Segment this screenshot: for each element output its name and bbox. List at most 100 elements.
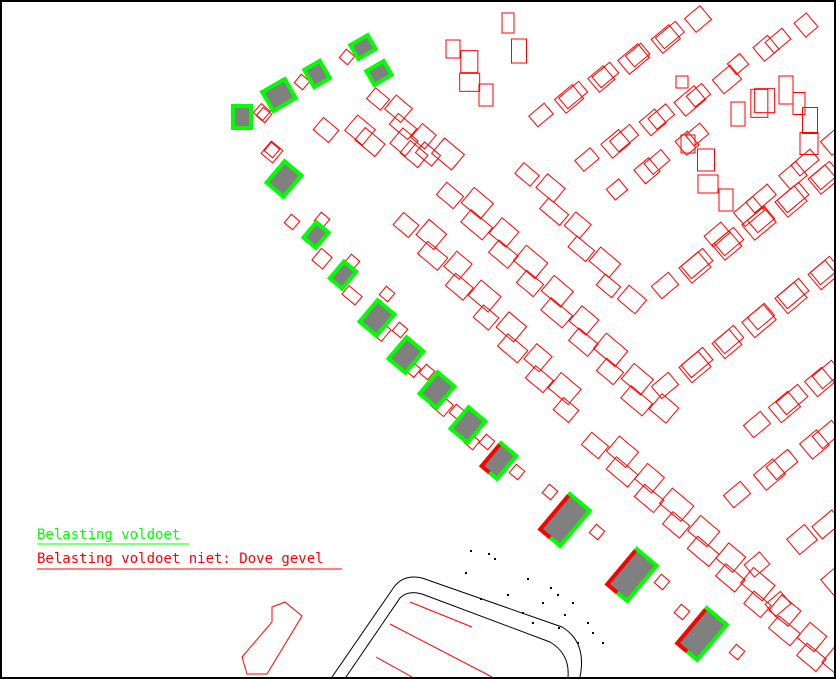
building-outline xyxy=(624,42,651,68)
building-outline xyxy=(538,197,570,227)
building-outline xyxy=(792,92,806,115)
building-outline xyxy=(752,34,780,63)
building-outline xyxy=(658,487,695,523)
assessed-building-pass xyxy=(363,58,395,88)
road-curve xyxy=(331,576,582,677)
building-outline xyxy=(722,480,752,509)
site-point xyxy=(465,572,467,574)
building-outline xyxy=(528,102,554,128)
site-point xyxy=(564,614,566,616)
building-outline-small xyxy=(728,643,746,661)
building-outline xyxy=(511,38,527,64)
building-outline xyxy=(341,284,363,306)
building-outline-small xyxy=(478,433,496,451)
building-outline-small xyxy=(653,573,671,591)
building-outline xyxy=(793,12,819,38)
building-outline xyxy=(252,102,272,122)
building-outline xyxy=(344,114,376,146)
building-outline xyxy=(686,535,720,568)
building-outline xyxy=(746,302,776,331)
building-outline-small xyxy=(541,483,559,501)
site-point xyxy=(577,642,579,644)
assessed-building-mixed xyxy=(674,605,730,663)
building-outline xyxy=(714,562,746,593)
assessed-building-pass xyxy=(300,219,332,251)
building-outline xyxy=(616,284,648,315)
building-outline xyxy=(711,64,743,95)
building-outline xyxy=(765,448,799,481)
building-outline xyxy=(392,211,420,239)
building-outline xyxy=(767,614,801,647)
building-outline xyxy=(495,311,528,343)
building-outline xyxy=(752,458,787,491)
building-outline xyxy=(799,132,819,155)
building-outline xyxy=(514,162,540,187)
building-outline xyxy=(416,240,449,272)
building-outline xyxy=(678,251,712,284)
site-point xyxy=(488,553,490,555)
site-point xyxy=(522,612,524,614)
site-point xyxy=(480,598,482,600)
building-outline xyxy=(535,173,566,204)
building-outline xyxy=(819,122,834,157)
building-outline xyxy=(399,139,429,169)
building-outline xyxy=(654,20,686,50)
site-point xyxy=(572,602,574,604)
scatter-points xyxy=(465,550,604,644)
building-outline xyxy=(496,333,529,364)
site-point xyxy=(532,622,534,624)
building-outline xyxy=(467,279,502,313)
building-outline-small xyxy=(588,523,606,541)
assessed-building-pass xyxy=(347,32,379,62)
building-outline xyxy=(260,140,284,164)
building-outline xyxy=(567,327,599,358)
building-outline xyxy=(488,217,520,248)
building-outline xyxy=(283,213,301,231)
building-outline xyxy=(633,483,665,514)
site-point xyxy=(507,594,509,596)
building-outline xyxy=(730,101,746,127)
building-outline xyxy=(820,564,834,596)
building-outline xyxy=(774,281,808,315)
building-outline xyxy=(552,396,580,424)
building-outline xyxy=(685,82,712,108)
building-outline-small xyxy=(673,603,691,621)
building-outline xyxy=(775,383,809,416)
building-outline xyxy=(648,393,680,424)
building-outline xyxy=(558,80,589,110)
building-outline xyxy=(778,75,794,105)
building-outlines xyxy=(252,4,834,677)
building-outline xyxy=(683,4,713,34)
building-outline xyxy=(580,431,610,460)
building-outline xyxy=(478,83,494,107)
building-outline xyxy=(697,174,719,194)
building-outline xyxy=(568,305,600,336)
noise-map: Belasting voldoet Belasting voldoet niet… xyxy=(37,4,834,677)
site-drawing xyxy=(331,576,582,677)
building-outline xyxy=(435,181,465,210)
building-outline-small xyxy=(263,141,281,159)
building-outline xyxy=(430,137,466,171)
building-outline xyxy=(415,218,448,251)
building-outline xyxy=(754,88,776,114)
assessed-building-pass xyxy=(263,158,305,200)
building-outline xyxy=(796,642,827,673)
legend-label-fail: Belasting voldoet niet: Dove gevel xyxy=(37,551,324,567)
assessed-building-pass xyxy=(259,76,299,114)
building-outline xyxy=(650,271,680,300)
assessed-building-mixed xyxy=(604,546,660,604)
legend-label-pass: Belasting voldoet xyxy=(37,527,180,543)
legend: Belasting voldoet Belasting voldoet niet… xyxy=(37,527,342,570)
building-outline xyxy=(445,39,461,59)
building-outline xyxy=(778,160,808,191)
building-outline xyxy=(811,419,834,450)
building-outline xyxy=(540,297,574,329)
building-outline xyxy=(487,239,519,270)
building-lower-left xyxy=(241,601,303,675)
building-outline xyxy=(811,359,834,390)
building-outline xyxy=(574,147,600,172)
building-outline xyxy=(718,188,734,212)
building-outline xyxy=(739,566,776,602)
building-outline-small xyxy=(391,321,409,339)
building-outline xyxy=(746,205,776,234)
